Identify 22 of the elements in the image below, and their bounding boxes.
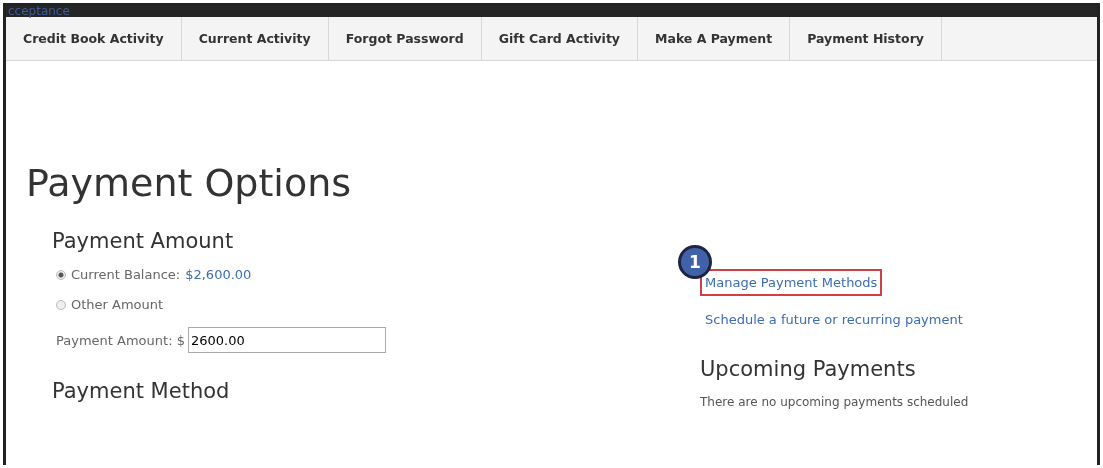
field-label: Payment Amount: $ [56,332,185,348]
tab[interactable]: Current Activity [181,17,329,60]
section-heading: Payment Method [52,379,231,403]
section-heading: Upcoming Payments [700,357,917,381]
section-heading: Payment Amount [52,229,235,253]
radio-button[interactable] [56,269,66,280]
tab[interactable]: Credit Book Activity [6,17,182,60]
page-title: Payment Options [26,161,353,205]
radio-label: Current Balance: [71,267,181,282]
tab[interactable]: Forgot Password [328,17,482,60]
link[interactable]: Schedule a future or recurring payment [700,306,968,333]
tab[interactable]: Make A Payment [638,17,791,60]
tab[interactable]: Payment History [790,17,942,60]
header-title: cceptance [8,6,70,18]
step-badge: 1 [678,245,712,279]
balance-amount: $2,600.00 [185,267,252,282]
amount-input[interactable]: 2600.00 [187,327,386,353]
link[interactable]: Manage Payment Methods [700,269,883,296]
empty-message: There are no upcoming payments scheduled [700,395,969,409]
tab[interactable]: Gift Card Activity [481,17,638,60]
radio-label: Other Amount [71,297,164,312]
radio-button[interactable] [56,299,66,310]
